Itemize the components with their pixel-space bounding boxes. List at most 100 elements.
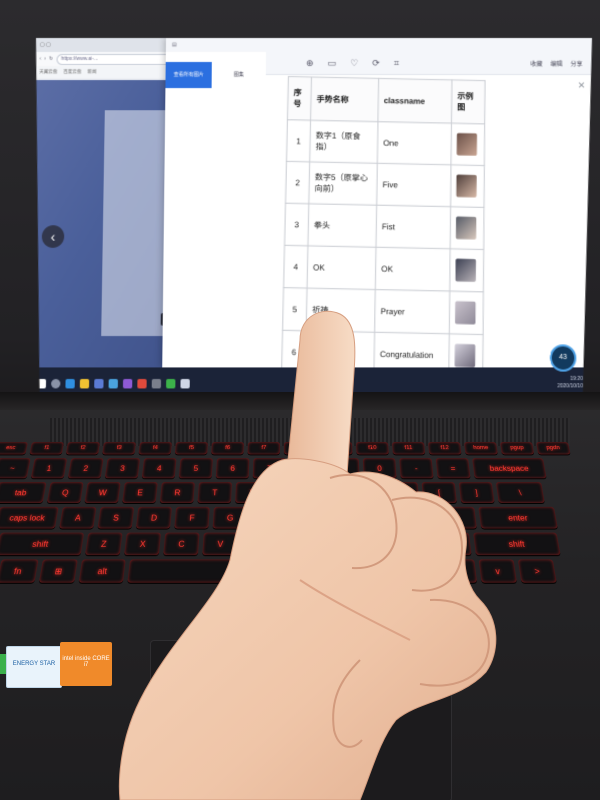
keyboard-key[interactable]: N (280, 532, 316, 556)
keyboard-key[interactable]: ; (402, 506, 439, 529)
keyboard-key[interactable]: f11 (392, 442, 426, 455)
page-icon[interactable]: ▭ (328, 57, 337, 68)
touchpad[interactable] (150, 640, 452, 800)
back-icon[interactable]: ‹ (39, 56, 41, 62)
zoom-in-icon[interactable]: ⊕ (306, 57, 314, 68)
keyboard-key[interactable]: f10 (356, 442, 389, 455)
keyboard-key[interactable]: , (357, 532, 394, 556)
keyboard-key[interactable]: esc (0, 442, 29, 455)
app-icon[interactable] (180, 378, 189, 387)
keyboard-key[interactable]: alt (352, 559, 398, 583)
app-icon[interactable] (137, 378, 146, 387)
keyboard-key[interactable]: H (250, 506, 286, 529)
keyboard-key[interactable]: U (272, 482, 307, 503)
keyboard-key[interactable]: W (84, 482, 121, 503)
keyboard-key[interactable]: 9 (326, 458, 360, 479)
keyboard-key[interactable]: ctrl (400, 559, 438, 583)
keyboard-key[interactable]: f6 (211, 442, 244, 455)
keyboard-key[interactable]: F (174, 506, 210, 529)
bookmark-item[interactable]: 百度云盘 (63, 69, 81, 75)
keyboard-key[interactable]: 1 (30, 458, 68, 479)
visual-studio-icon[interactable] (123, 378, 132, 387)
keyboard-key[interactable]: f2 (65, 442, 100, 455)
keyboard-key[interactable]: - (399, 458, 434, 479)
notification-badge[interactable]: 43 (549, 344, 576, 371)
keyboard-key[interactable]: R (159, 482, 195, 503)
keyboard-key[interactable]: 5 (178, 458, 213, 479)
keyboard-key[interactable]: backspace (472, 458, 547, 479)
keyboard-key[interactable]: fn (0, 559, 39, 583)
keyboard-key[interactable]: shift (473, 532, 561, 556)
app-icon[interactable] (152, 378, 161, 387)
refresh-icon[interactable]: ↻ (49, 56, 53, 62)
keyboard-key[interactable]: < (439, 559, 478, 583)
keyboard-key[interactable]: > (517, 559, 557, 583)
keyboard-key[interactable]: f1 (29, 442, 64, 455)
keyboard-key[interactable]: . (396, 532, 433, 556)
keyboard-key[interactable]: v (478, 559, 517, 583)
keyboard-key[interactable]: 0 (362, 458, 397, 479)
file-explorer-icon[interactable] (80, 378, 89, 387)
keyboard-key[interactable]: \ (495, 482, 545, 503)
keyboard-key[interactable]: 6 (215, 458, 250, 479)
keyboard-key[interactable]: shift (0, 532, 85, 556)
keyboard-key[interactable]: f4 (138, 442, 172, 455)
keyboard-key[interactable]: = (435, 458, 471, 479)
search-icon[interactable] (51, 378, 60, 387)
keyboard-key[interactable]: f5 (174, 442, 208, 455)
close-icon[interactable]: × (578, 78, 585, 92)
keyboard-key[interactable]: B (241, 532, 277, 556)
keyboard-key[interactable]: tab (0, 482, 47, 503)
clock-date[interactable]: 2020/10/10 (557, 383, 583, 390)
keyboard-key[interactable]: 7 (252, 458, 286, 479)
keyboard-key[interactable]: home (464, 442, 498, 455)
spacebar-key[interactable] (127, 559, 349, 583)
toolbar-action[interactable]: 分享 (570, 58, 582, 67)
keyboard-key[interactable]: V (202, 532, 239, 556)
keyboard-key[interactable]: 2 (67, 458, 104, 479)
keyboard-key[interactable]: pgup (500, 442, 535, 455)
keyboard-key[interactable]: ] (458, 482, 495, 503)
keyboard-key[interactable]: D (135, 506, 172, 529)
clock-time[interactable]: 19:20 (557, 376, 583, 383)
keyboard-key[interactable]: L (365, 506, 401, 529)
keyboard-key[interactable]: ⊞ (38, 559, 78, 583)
keyboard-key[interactable]: f3 (102, 442, 136, 455)
keyboard-key[interactable]: M (319, 532, 355, 556)
keyboard-key[interactable]: / (434, 532, 472, 556)
keyboard-key[interactable]: Q (46, 482, 84, 503)
keyboard-key[interactable]: f8 (283, 442, 317, 455)
keyboard-key[interactable]: enter (478, 506, 558, 529)
keyboard-key[interactable]: Y (235, 482, 270, 503)
forward-icon[interactable]: › (44, 56, 46, 62)
windows-start-icon[interactable] (37, 378, 46, 387)
bookmark-item[interactable]: 天翼云盘 (39, 69, 57, 75)
keyboard-key[interactable]: ~ (0, 458, 31, 479)
crop-icon[interactable]: ⌗ (394, 57, 399, 68)
keyboard-key[interactable]: T (197, 482, 232, 503)
tab-album[interactable]: 图集 (216, 62, 262, 88)
keyboard-key[interactable]: pgdn (536, 442, 571, 455)
keyboard-key[interactable]: 4 (141, 458, 177, 479)
keyboard-key[interactable]: A (59, 506, 97, 529)
keyboard-key[interactable]: S (97, 506, 135, 529)
keyboard-key[interactable]: C (163, 532, 200, 556)
tab-all-images[interactable]: 查看所有图片 (165, 62, 211, 88)
keyboard-key[interactable]: X (124, 532, 162, 556)
keyboard-key[interactable]: E (122, 482, 158, 503)
wechat-icon[interactable] (166, 378, 175, 387)
keyboard-key[interactable]: caps lock (0, 506, 59, 529)
keyboard-key[interactable]: P (384, 482, 420, 503)
keyboard-key[interactable]: O (347, 482, 382, 503)
keyboard-key[interactable]: G (212, 506, 248, 529)
keyboard-key[interactable]: Z (84, 532, 123, 556)
keyboard-key[interactable]: J (289, 506, 324, 529)
keyboard-key[interactable]: 8 (289, 458, 323, 479)
heart-icon[interactable]: ♡ (350, 57, 358, 68)
store-icon[interactable] (94, 378, 103, 387)
keyboard-key[interactable]: f12 (428, 442, 462, 455)
toolbar-action[interactable]: 收藏 (530, 58, 542, 67)
keyboard-key[interactable]: I (310, 482, 344, 503)
edge-browser-icon[interactable] (65, 378, 74, 387)
bookmark-item[interactable]: 新闻 (87, 69, 96, 75)
